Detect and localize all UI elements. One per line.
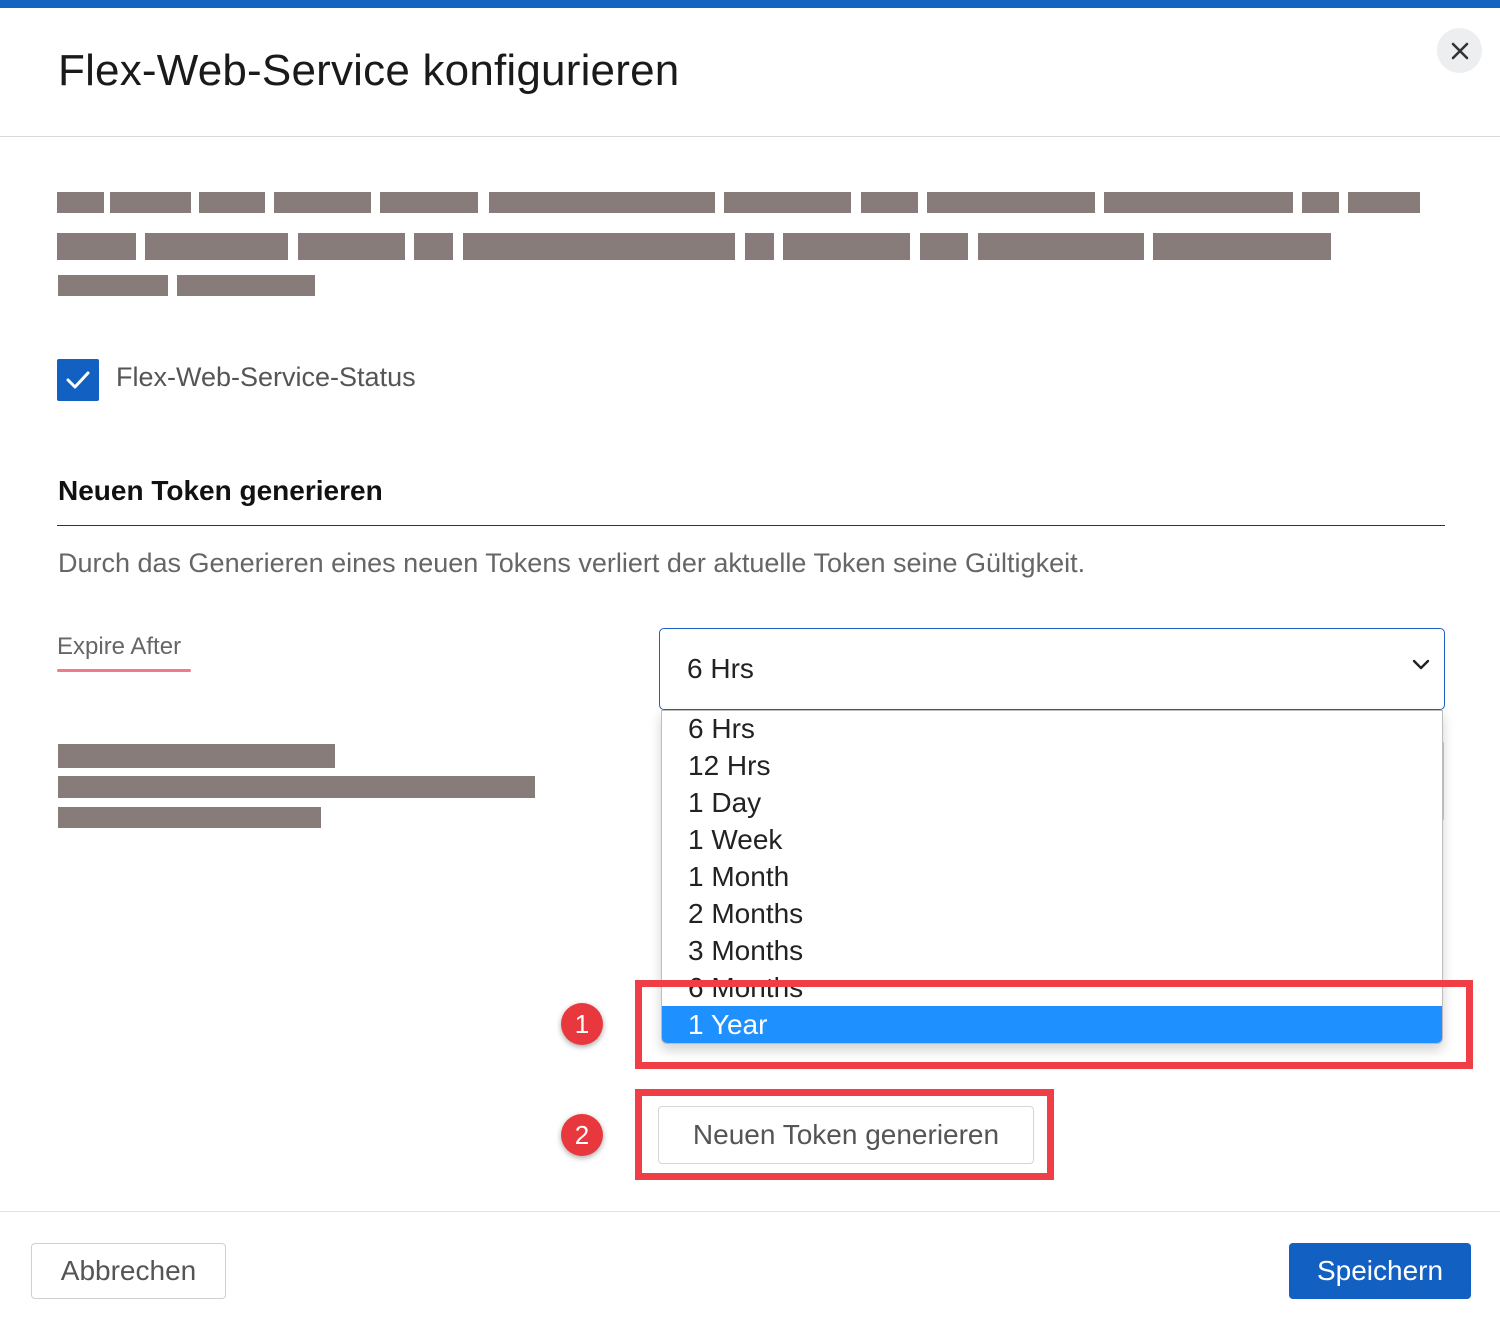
redaction-block	[380, 192, 478, 213]
redaction-block	[177, 275, 315, 296]
chevron-down-icon	[1412, 659, 1430, 670]
redaction-block	[1348, 192, 1420, 213]
option-1-week[interactable]: 1 Week	[662, 821, 1442, 858]
checkmark-icon	[66, 371, 90, 389]
redaction-block	[724, 192, 851, 213]
highlight-box-2	[635, 1089, 1054, 1180]
option-2-months[interactable]: 2 Months	[662, 895, 1442, 932]
redaction-block	[978, 233, 1144, 260]
highlight-box-1	[635, 980, 1473, 1069]
redaction-block	[414, 233, 453, 260]
cancel-button[interactable]: Abbrechen	[31, 1243, 226, 1299]
expire-after-value: 6 Hrs	[687, 653, 754, 684]
redaction-block	[110, 192, 191, 213]
dialog-title: Flex-Web-Service konfigurieren	[58, 46, 680, 95]
redaction-block	[1104, 192, 1293, 213]
close-icon	[1451, 42, 1468, 59]
redaction-block	[920, 233, 968, 260]
top-accent-bar	[0, 0, 1500, 8]
option-1-month[interactable]: 1 Month	[662, 858, 1442, 895]
expire-after-label: Expire After	[57, 633, 182, 660]
step-badge-1: 1	[561, 1003, 603, 1045]
option-3-months[interactable]: 3 Months	[662, 932, 1442, 969]
header-divider	[0, 136, 1500, 137]
footer-divider	[0, 1211, 1500, 1212]
redaction-block	[199, 192, 265, 213]
redaction-block	[274, 192, 371, 213]
redaction-block	[57, 233, 136, 260]
redaction-block	[298, 233, 405, 260]
section-divider	[57, 525, 1445, 526]
redaction-block	[58, 744, 335, 768]
redaction-block	[58, 275, 168, 296]
redaction-block	[861, 192, 918, 213]
expire-after-select[interactable]: 6 Hrs	[659, 628, 1445, 710]
redaction-block	[145, 233, 288, 260]
redaction-block	[489, 192, 715, 213]
step-badge-2: 2	[561, 1114, 603, 1156]
redaction-block	[1153, 233, 1331, 260]
option-6-hrs[interactable]: 6 Hrs	[662, 711, 1442, 747]
spellcheck-underline	[57, 669, 191, 672]
save-button[interactable]: Speichern	[1289, 1243, 1471, 1299]
option-1-day[interactable]: 1 Day	[662, 784, 1442, 821]
status-checkbox[interactable]	[57, 359, 99, 401]
redaction-block	[463, 233, 735, 260]
redaction-block	[745, 233, 774, 260]
status-checkbox-label: Flex-Web-Service-Status	[116, 362, 416, 392]
redaction-block	[58, 807, 321, 828]
redaction-block	[1302, 192, 1339, 213]
token-section-heading: Neuen Token generieren	[58, 475, 383, 506]
close-button[interactable]	[1437, 28, 1482, 73]
option-12-hrs[interactable]: 12 Hrs	[662, 747, 1442, 784]
redaction-block	[783, 233, 910, 260]
redaction-block	[57, 192, 104, 213]
redaction-block	[58, 776, 535, 798]
token-description: Durch das Generieren eines neuen Tokens …	[58, 548, 1086, 578]
redaction-block	[927, 192, 1095, 213]
